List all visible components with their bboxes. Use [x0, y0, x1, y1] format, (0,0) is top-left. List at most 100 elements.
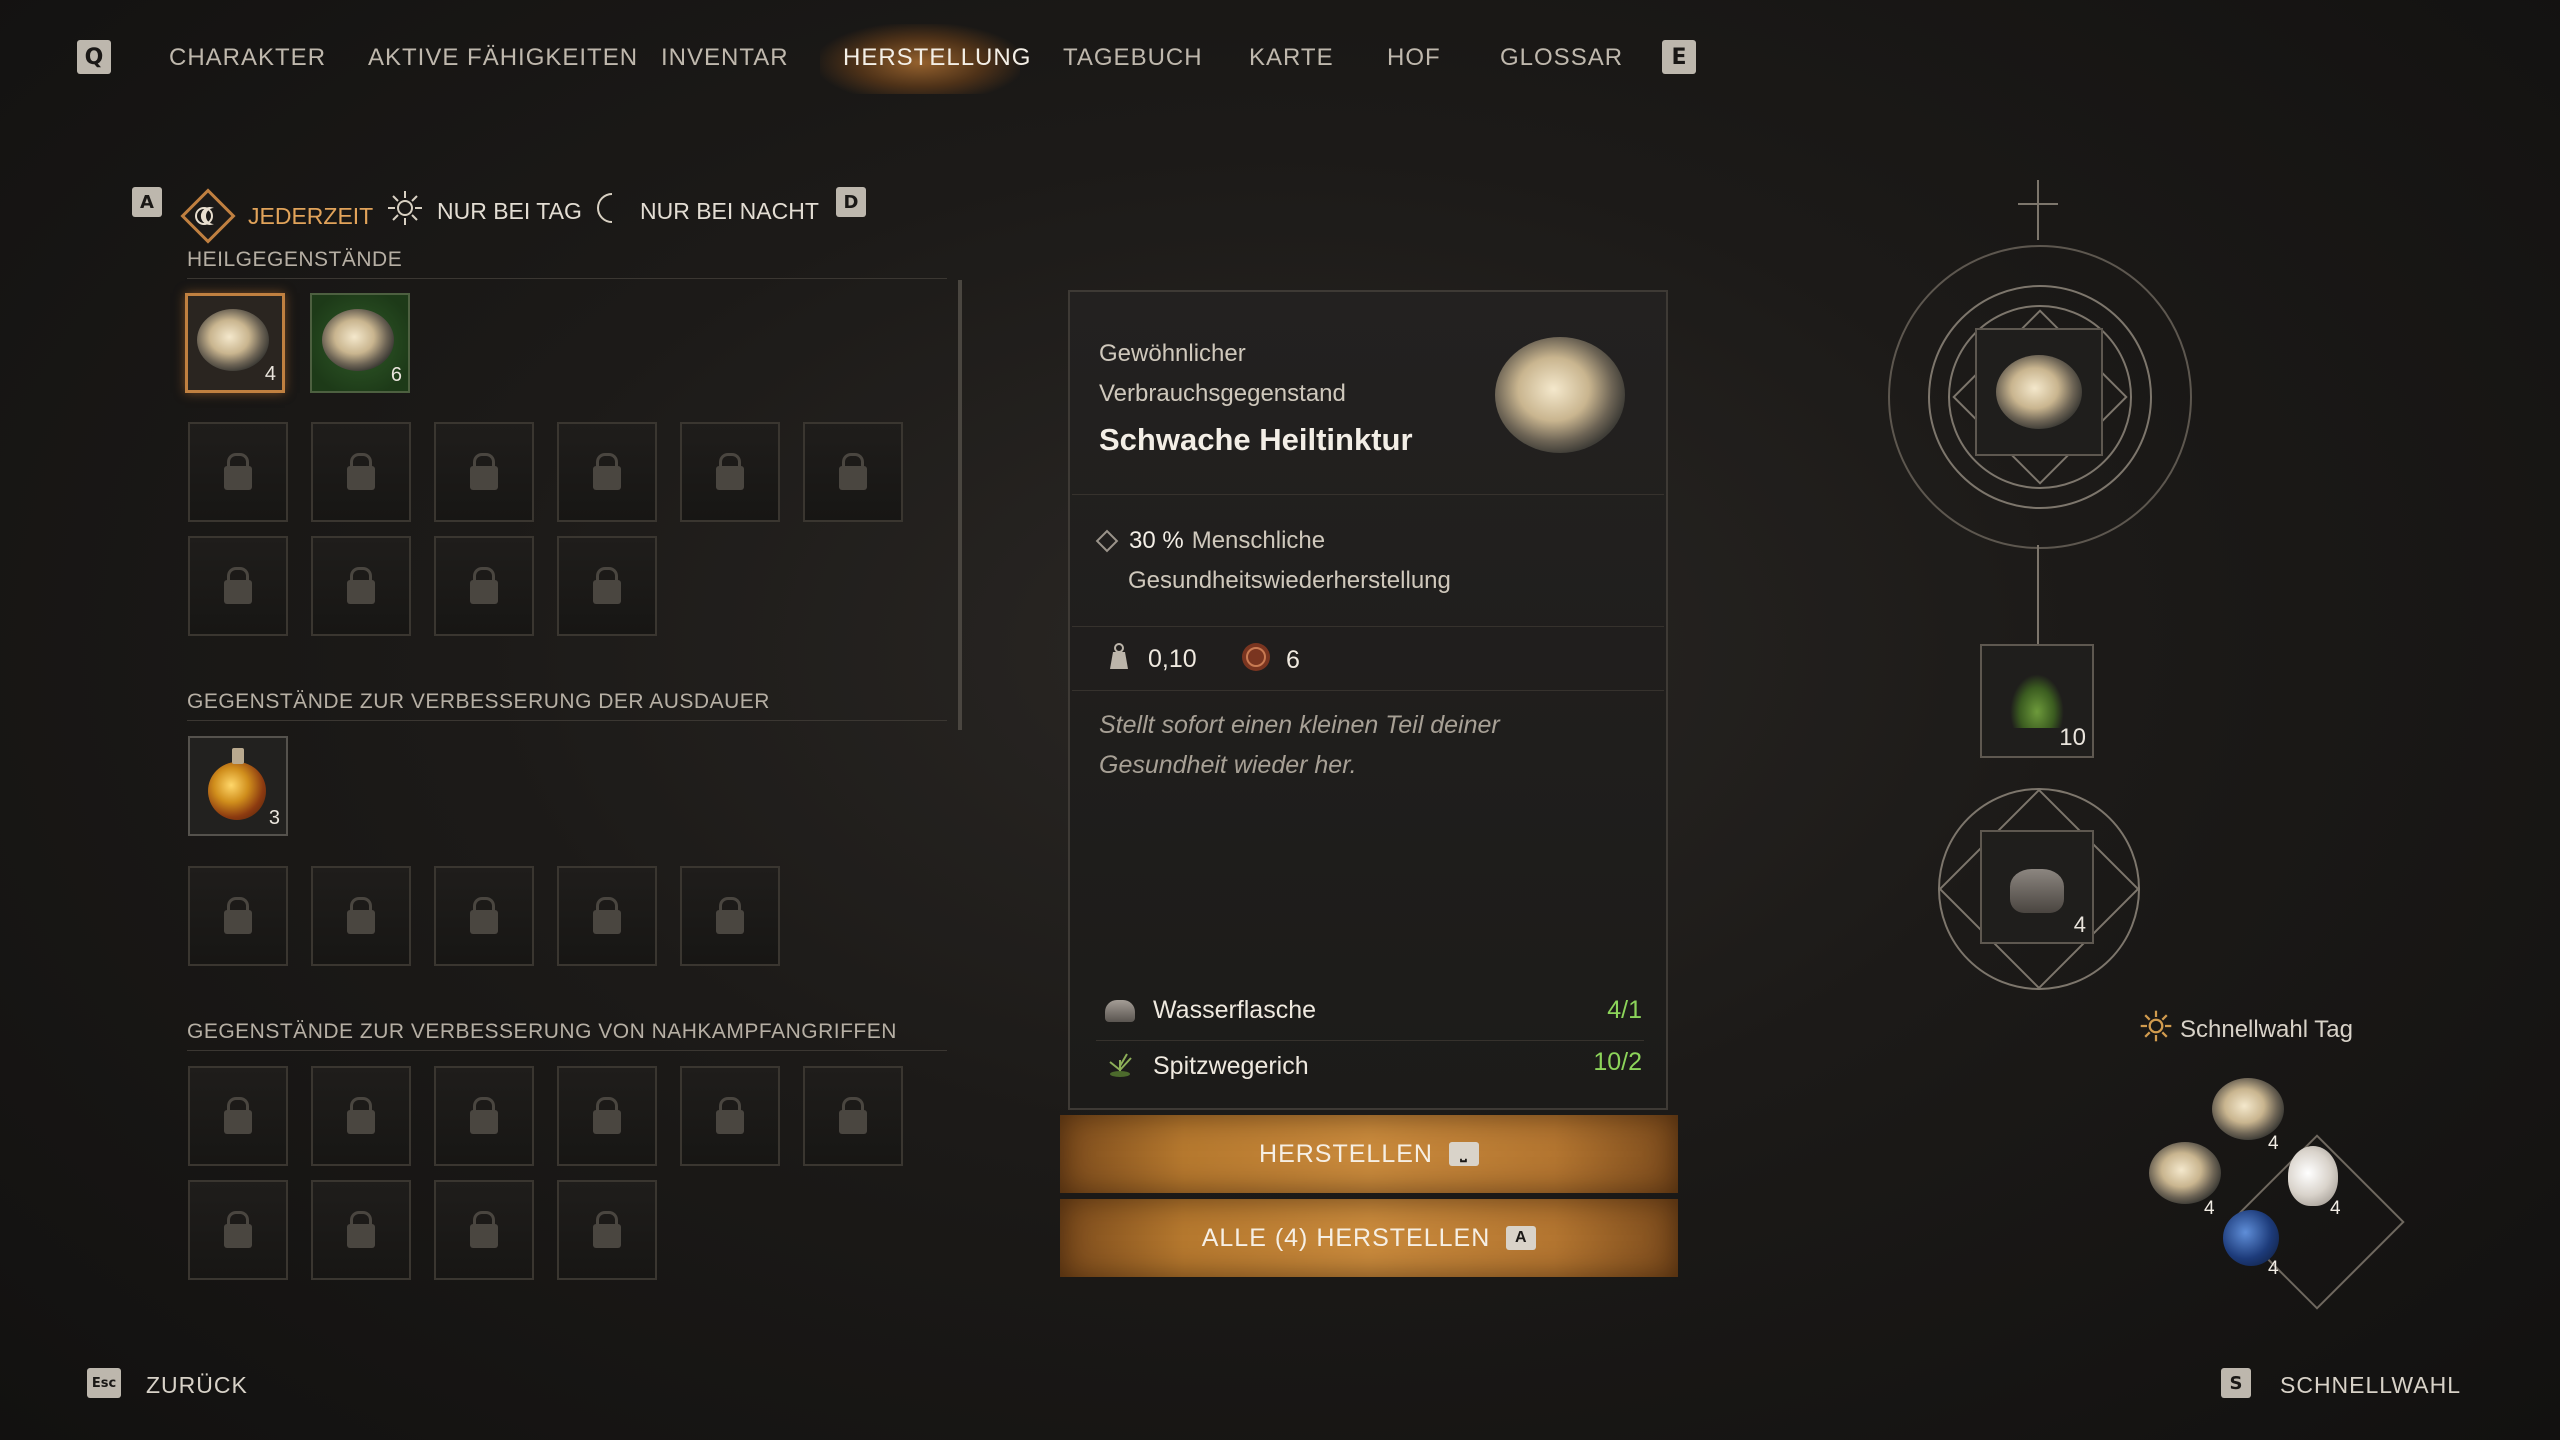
ingredient-count: 4/1: [1607, 996, 1642, 1024]
list-scrollbar[interactable]: [958, 280, 962, 730]
back-label[interactable]: ZURÜCK: [146, 1372, 248, 1399]
tab-hof[interactable]: HOF: [1387, 40, 1441, 76]
ornament-line: [2037, 545, 2039, 645]
effect-row: 30 % Menschliche: [1095, 527, 1326, 555]
locked-slot: [803, 422, 903, 522]
description-line1: Stellt sofort einen kleinen Teil deiner: [1099, 711, 1500, 739]
effect-text-line2: Gesundheitswiederherstellung: [1128, 567, 1451, 594]
quickslot-count: 4: [2204, 1198, 2215, 1219]
craft-all-button-label: ALLE (4) HERSTELLEN: [1201, 1223, 1491, 1252]
quickslot-count: 4: [2268, 1258, 2279, 1279]
item-type-line2: Verbrauchsgegenstand: [1099, 380, 1346, 407]
quickslot-count: 4: [2330, 1198, 2341, 1219]
craft-all-button[interactable]: ALLE (4) HERSTELLEN A: [1060, 1199, 1678, 1277]
item-count: 4: [264, 363, 276, 385]
ornament-line: [2018, 203, 2058, 205]
nav-left-key[interactable]: Q: [77, 40, 111, 74]
tincture-bowl-icon: [197, 309, 269, 371]
craft-button[interactable]: HERSTELLEN ⎵: [1060, 1115, 1678, 1193]
weight-value: 0,10: [1148, 645, 1197, 673]
quickslot-left[interactable]: [2149, 1142, 2222, 1206]
effect-text-line1: Menschliche: [1191, 527, 1326, 554]
value-row: 6: [1240, 641, 1300, 680]
item-slot-ausdauertrank[interactable]: 3: [188, 736, 288, 836]
locked-slot: [188, 1180, 288, 1280]
section-title-nahkampf: GEGENSTÄNDE ZUR VERBESSERUNG VON NAHKAMP…: [187, 1020, 897, 1043]
ingredient-count: 10/2: [1593, 1048, 1642, 1076]
section-title-heilgegenstaende: HEILGEGENSTÄNDE: [187, 248, 403, 271]
flask-icon: [1105, 999, 1135, 1022]
ingredient-slot-flask: 4: [1980, 830, 2094, 944]
quickselect-key[interactable]: S: [2221, 1368, 2251, 1398]
section-divider: [187, 278, 947, 279]
section-divider: [187, 1050, 947, 1051]
filter-right-key[interactable]: D: [836, 187, 866, 217]
filter-jederzeit[interactable]: JEDERZEIT: [180, 188, 373, 244]
locked-slot: [311, 536, 411, 636]
craft-button-label: HERSTELLEN: [1259, 1139, 1433, 1168]
garlic-icon: [2288, 1146, 2338, 1206]
back-key[interactable]: Esc: [87, 1368, 121, 1398]
locked-slot: [557, 1180, 657, 1280]
locked-slot: [188, 1066, 288, 1166]
filter-nur-bei-tag[interactable]: NUR BEI TAG: [385, 188, 582, 234]
tincture-bowl-icon: [1996, 355, 2082, 429]
ornament-line: [2037, 180, 2039, 240]
tab-herstellung[interactable]: HERSTELLUNG: [843, 40, 1031, 76]
sun-icon: [2138, 1008, 2174, 1051]
craft-all-key: A: [1506, 1226, 1537, 1250]
ingredient-name: Spitzwegerich: [1153, 1052, 1309, 1080]
herb-count: 10: [2059, 724, 2086, 751]
day-night-icon: [180, 188, 236, 244]
locked-slot: [434, 422, 534, 522]
quickslot-header: Schnellwahl Tag: [2138, 1008, 2353, 1051]
tab-karte[interactable]: KARTE: [1249, 40, 1334, 76]
locked-slot: [557, 422, 657, 522]
filter-left-key[interactable]: A: [132, 187, 162, 217]
locked-slot: [680, 1066, 780, 1166]
tab-aktive-faehigkeiten[interactable]: AKTIVE FÄHIGKEITEN: [368, 40, 638, 76]
tab-tagebuch[interactable]: TAGEBUCH: [1063, 40, 1203, 76]
description-line2: Gesundheit wieder her.: [1099, 751, 1357, 779]
coin-icon: [1240, 641, 1272, 680]
quickslot-label: Schnellwahl Tag: [2180, 1015, 2354, 1043]
locked-slot: [434, 1180, 534, 1280]
panel-divider: [1072, 626, 1664, 627]
potion-icon: [208, 748, 266, 820]
locked-slot: [311, 1180, 411, 1280]
weight-icon: [1104, 641, 1134, 678]
tincture-bowl-icon: [1495, 337, 1625, 453]
tab-inventar[interactable]: INVENTAR: [661, 40, 789, 76]
section-title-ausdauer: GEGENSTÄNDE ZUR VERBESSERUNG DER AUSDAUE…: [187, 690, 770, 713]
filter-nur-bei-nacht-label: NUR BEI NACHT: [640, 197, 819, 224]
item-slot-heiltinktur[interactable]: 6: [310, 293, 410, 393]
locked-slot: [557, 536, 657, 636]
weight-row: 0,10: [1104, 641, 1197, 678]
item-slot-schwache-heiltinktur[interactable]: 4: [185, 293, 285, 393]
value-amount: 6: [1286, 646, 1300, 674]
quickselect-label[interactable]: SCHNELLWAHL: [2280, 1372, 2461, 1399]
filter-nur-bei-nacht[interactable]: NUR BEI NACHT: [588, 188, 819, 234]
ingredient-name: Wasserflasche: [1153, 996, 1317, 1024]
locked-slot: [188, 866, 288, 966]
panel-divider: [1072, 494, 1664, 495]
flask-count: 4: [2073, 912, 2086, 937]
nav-right-key[interactable]: E: [1662, 40, 1696, 74]
effect-value: 30 %: [1129, 527, 1184, 554]
locked-slot: [557, 866, 657, 966]
flask-icon: [2010, 869, 2064, 913]
filter-nur-bei-tag-label: NUR BEI TAG: [437, 197, 582, 224]
locked-slot: [434, 866, 534, 966]
tincture-bowl-icon: [2149, 1142, 2221, 1204]
locked-slot: [434, 536, 534, 636]
spacebar-key-icon: ⎵: [1448, 1142, 1479, 1166]
plantain-icon: [1105, 1048, 1135, 1085]
tab-glossar[interactable]: GLOSSAR: [1500, 40, 1623, 76]
locked-slot: [557, 1066, 657, 1166]
locked-slot: [803, 1066, 903, 1166]
result-slot: [1975, 328, 2103, 456]
quickslot-right[interactable]: [2278, 1146, 2348, 1206]
filter-jederzeit-label: JEDERZEIT: [248, 202, 374, 229]
item-type-line1: Gewöhnlicher: [1099, 340, 1246, 367]
tab-charakter[interactable]: CHARAKTER: [169, 40, 326, 76]
